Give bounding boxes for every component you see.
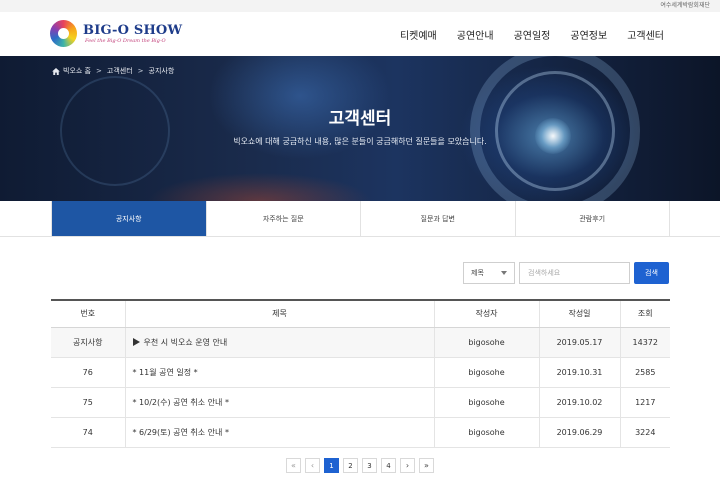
site-logo[interactable]: BIG-O SHOW Feel the Big-O Dream the Big-…: [50, 20, 182, 47]
page-button[interactable]: 2: [343, 458, 358, 473]
row-number: 74: [51, 417, 125, 448]
search-input[interactable]: [519, 262, 630, 284]
last-page-button[interactable]: »: [419, 458, 434, 473]
nav-item-customer-center[interactable]: 고객센터: [627, 27, 664, 42]
pagination: « ‹ 1 2 3 4 › »: [0, 458, 720, 473]
row-views: 1217: [619, 387, 670, 418]
top-utility-bar: 여수세계박람회재단: [0, 0, 720, 12]
tab-reviews[interactable]: 관람후기: [514, 201, 669, 236]
page-button[interactable]: 4: [381, 458, 396, 473]
hero-banner: 빅오쇼 홈 > 고객센터 > 공지사항 고객센터 빅오쇼에 대해 궁금하신 내용…: [0, 56, 720, 201]
breadcrumb-customer-center[interactable]: 고객센터: [107, 66, 133, 76]
column-header-title: 제목: [124, 300, 434, 328]
row-date: 2019.10.31: [538, 357, 620, 388]
column-header-number: 번호: [51, 300, 125, 328]
nav-item-schedule[interactable]: 공연일정: [514, 27, 551, 42]
nav-item-tickets[interactable]: 티켓예매: [400, 27, 437, 42]
row-title[interactable]: * 10/2(수) 공연 취소 안내 *: [124, 387, 434, 418]
table-row[interactable]: 75 * 10/2(수) 공연 취소 안내 * bigosohe 2019.10…: [51, 387, 670, 418]
search-bar: 제목 검색: [463, 262, 669, 284]
row-number: 76: [51, 357, 125, 388]
logo-title: BIG-O SHOW: [83, 22, 183, 38]
column-header-author: 작성자: [433, 300, 539, 328]
nav-item-show-info[interactable]: 공연안내: [457, 27, 494, 42]
notice-table: 번호 제목 작성자 작성일 조회 공지사항 우천 시 빅오쇼 운영 안내 big…: [51, 299, 670, 448]
chevron-down-icon: [501, 271, 507, 275]
row-author: bigosohe: [433, 387, 539, 418]
main-nav: 티켓예매 공연안내 공연일정 공연정보 고객센터: [380, 12, 664, 56]
row-number: 공지사항: [51, 327, 125, 358]
breadcrumb: 빅오쇼 홈 > 고객센터 > 공지사항: [52, 66, 174, 76]
logo-mark-icon: [50, 20, 77, 47]
page-button[interactable]: 3: [362, 458, 377, 473]
row-author: bigosohe: [433, 417, 539, 448]
row-views: 3224: [619, 417, 670, 448]
nav-item-show-details[interactable]: 공연정보: [570, 27, 607, 42]
column-header-date: 작성일: [538, 300, 620, 328]
row-views: 14372: [619, 327, 670, 358]
home-icon: [52, 67, 60, 75]
search-field-select[interactable]: 제목: [463, 262, 515, 284]
organization-link[interactable]: 여수세계박람회재단: [660, 0, 710, 12]
search-field-value: 제목: [471, 269, 484, 277]
row-title[interactable]: * 11월 공연 일정 *: [124, 357, 434, 388]
row-date: 2019.10.02: [538, 387, 620, 418]
page-description: 빅오쇼에 대해 궁금하신 내용, 많은 분들이 궁금해하던 질문들을 모았습니다…: [233, 137, 487, 146]
logo-subtitle: Feel the Big-O Dream the Big-O: [85, 37, 166, 44]
breadcrumb-home[interactable]: 빅오쇼 홈: [63, 66, 91, 76]
first-page-button[interactable]: «: [286, 458, 301, 473]
table-header-row: 번호 제목 작성자 작성일 조회: [51, 300, 670, 328]
breadcrumb-notices[interactable]: 공지사항: [149, 66, 175, 76]
play-arrow-icon: [132, 337, 140, 346]
tab-qna[interactable]: 질문과 답변: [360, 201, 515, 236]
site-header: BIG-O SHOW Feel the Big-O Dream the Big-…: [0, 12, 720, 56]
hero-decoration: [60, 76, 170, 186]
tab-faq[interactable]: 자주하는 질문: [205, 201, 360, 236]
table-row[interactable]: 공지사항 우천 시 빅오쇼 운영 안내 bigosohe 2019.05.17 …: [51, 327, 670, 358]
row-title[interactable]: 우천 시 빅오쇼 운영 안내: [144, 338, 228, 347]
column-header-views: 조회: [619, 300, 670, 328]
row-title[interactable]: * 6/29(토) 공연 취소 안내 *: [124, 417, 434, 448]
tab-notices[interactable]: 공지사항: [52, 201, 206, 236]
row-title-cell[interactable]: 우천 시 빅오쇼 운영 안내: [124, 327, 434, 358]
table-row[interactable]: 74 * 6/29(토) 공연 취소 안내 * bigosohe 2019.06…: [51, 417, 670, 448]
breadcrumb-separator: >: [96, 67, 102, 75]
search-button[interactable]: 검색: [634, 262, 669, 284]
page-title: 고객센터: [328, 109, 392, 129]
breadcrumb-separator: >: [137, 67, 144, 75]
prev-page-button[interactable]: ‹: [305, 458, 320, 473]
table-row[interactable]: 76 * 11월 공연 일정 * bigosohe 2019.10.31 258…: [51, 357, 670, 388]
page-button[interactable]: 1: [324, 458, 339, 473]
row-date: 2019.05.17: [538, 327, 620, 358]
row-author: bigosohe: [433, 357, 539, 388]
row-author: bigosohe: [433, 327, 539, 358]
row-number: 75: [51, 387, 125, 418]
next-page-button[interactable]: ›: [400, 458, 415, 473]
row-date: 2019.06.29: [538, 417, 620, 448]
section-tabs: 공지사항 자주하는 질문 질문과 답변 관람후기: [51, 201, 670, 237]
row-views: 2585: [619, 357, 670, 388]
